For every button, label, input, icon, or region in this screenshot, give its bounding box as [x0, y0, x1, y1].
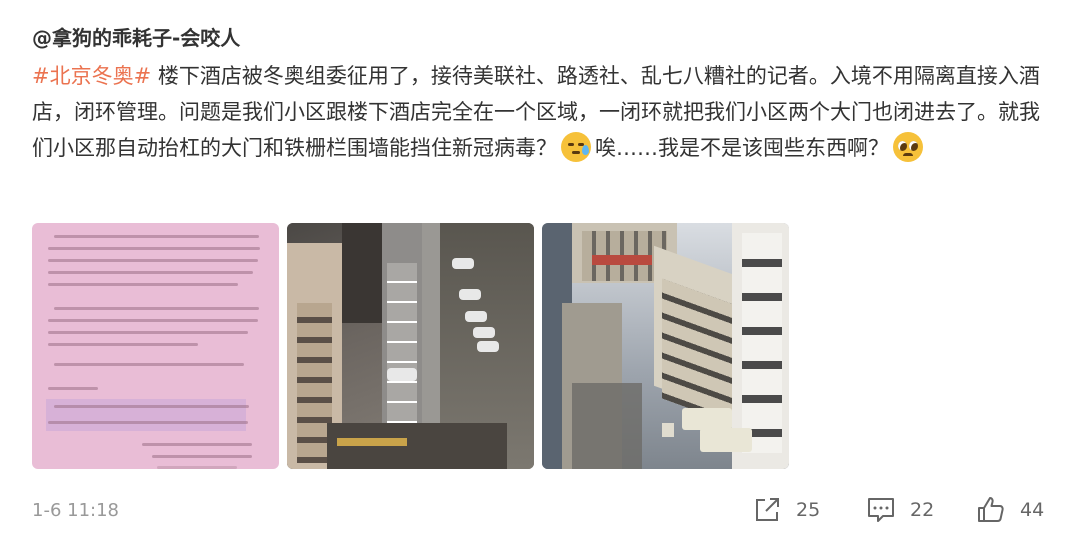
sweat-emoji-icon — [561, 132, 591, 162]
thumbs-up-icon — [978, 497, 1004, 522]
comment-count: 22 — [910, 499, 935, 521]
comment-icon — [868, 498, 894, 522]
topic-link[interactable]: #北京冬奥# — [32, 64, 151, 88]
hotel-street-photo[interactable] — [287, 223, 534, 469]
comment-button[interactable]: 22 — [866, 495, 934, 525]
hotel-courtyard-photo[interactable] — [542, 223, 789, 469]
share-icon — [756, 498, 779, 521]
share-button[interactable]: 25 — [752, 495, 820, 525]
share-count: 25 — [796, 499, 821, 521]
pleading-emoji-icon — [893, 132, 923, 162]
post-body-2: 唉……我是不是该囤些东西啊？ — [595, 136, 889, 160]
like-count: 44 — [1020, 499, 1045, 521]
post-timestamp[interactable]: 1-6 11:18 — [32, 500, 119, 521]
author-name[interactable]: @拿狗的乖耗子-会咬人 — [32, 22, 240, 51]
notice-photo[interactable] — [32, 223, 279, 469]
post-text: #北京冬奥# 楼下酒店被冬奥组委征用了，接待美联社、路透社、乱七八糟社的记者。入… — [32, 58, 1042, 166]
like-button[interactable]: 44 — [976, 495, 1044, 525]
